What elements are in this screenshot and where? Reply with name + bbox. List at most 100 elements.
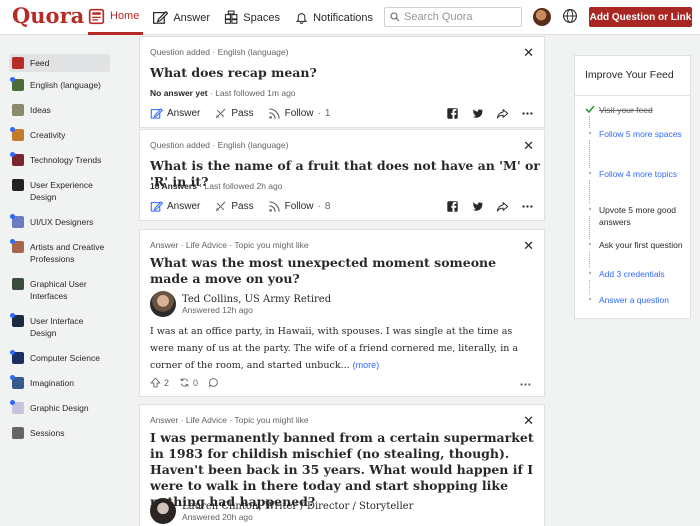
- step-connector: [589, 280, 590, 294]
- sidebar-item[interactable]: User Interface Design: [9, 312, 110, 342]
- improve-item[interactable]: Follow 5 more spaces: [585, 128, 687, 140]
- nav-notifications[interactable]: Notifications: [295, 0, 373, 35]
- sidebar: Feed English (language) Ideas Creativity Tec…: [9, 54, 110, 449]
- improve-item[interactable]: Ask your first question: [585, 239, 687, 251]
- nav-answer[interactable]: Answer: [152, 0, 210, 35]
- search-input[interactable]: Search Quora: [384, 7, 522, 27]
- feed-card-question: Question added · English (language) ✕ Wh…: [139, 129, 545, 221]
- author-name[interactable]: Ted Collins, US Army Retired: [182, 294, 331, 305]
- upvote-icon: [150, 377, 161, 388]
- sidebar-item-label: Ideas: [30, 105, 51, 115]
- edit-icon: [153, 10, 169, 24]
- question-stats: No answer yet · Last followed 1m ago: [150, 88, 296, 98]
- more-link[interactable]: (more): [353, 360, 380, 370]
- pass-button[interactable]: Pass: [214, 200, 254, 213]
- step-dot-icon: [585, 239, 595, 249]
- sidebar-item[interactable]: Imagination: [9, 374, 110, 392]
- unread-dot-icon: [10, 214, 15, 219]
- step-dot-icon: [585, 294, 595, 304]
- upvote-button[interactable]: 2: [150, 377, 169, 388]
- topic-icon: [10, 400, 24, 414]
- unread-dot-icon: [10, 239, 15, 244]
- unread-dot-icon: [10, 77, 15, 82]
- topic-icon: [12, 179, 24, 191]
- sidebar-item[interactable]: Graphical User Interfaces: [9, 275, 110, 305]
- follow-count: 8: [324, 200, 331, 212]
- sidebar-item[interactable]: Computer Science: [9, 349, 110, 367]
- more-options-icon[interactable]: [521, 200, 534, 213]
- facebook-icon[interactable]: [446, 200, 459, 213]
- answer-button[interactable]: Answer: [150, 107, 200, 120]
- improve-item[interactable]: Upvote 5 more good answers: [585, 204, 687, 228]
- answer-button[interactable]: Answer: [150, 200, 200, 213]
- improve-item[interactable]: Answer a question: [585, 294, 687, 306]
- sidebar-item[interactable]: User Experience Design: [9, 176, 110, 206]
- comment-button[interactable]: [208, 377, 219, 388]
- sidebar-item[interactable]: Technology Trends: [9, 151, 110, 169]
- pass-button[interactable]: Pass: [214, 107, 254, 120]
- share-icon[interactable]: [496, 200, 509, 213]
- sidebar-item-label: Creativity: [30, 130, 66, 140]
- feed-card-answer: Answer · Life Advice · Topic you might l…: [139, 404, 545, 526]
- improve-item-label: Add 3 credentials: [599, 269, 665, 279]
- nav-home[interactable]: Home: [88, 0, 143, 35]
- sidebar-item[interactable]: Graphic Design: [9, 399, 110, 417]
- close-icon[interactable]: ✕: [523, 45, 534, 61]
- sidebar-item[interactable]: Sessions: [9, 424, 110, 442]
- step-connector: [589, 251, 590, 268]
- close-icon[interactable]: ✕: [523, 413, 534, 429]
- sidebar-item[interactable]: Feed: [9, 54, 110, 72]
- share-button[interactable]: 0: [179, 377, 198, 388]
- topic-icon: [12, 427, 24, 439]
- unread-dot-icon: [10, 400, 15, 405]
- topic-icon: [12, 57, 24, 69]
- sidebar-item[interactable]: UI/UX Designers: [9, 213, 110, 231]
- sidebar-item-label: User Experience Design: [30, 180, 93, 202]
- follow-button[interactable]: Follow · 1: [268, 107, 330, 120]
- unread-dot-icon: [10, 313, 15, 318]
- sidebar-item[interactable]: Ideas: [9, 101, 110, 119]
- more-options-icon[interactable]: [521, 107, 534, 120]
- follow-button[interactable]: Follow · 8: [268, 200, 331, 213]
- search-placeholder: Search Quora: [404, 11, 473, 23]
- spaces-icon: [224, 10, 238, 24]
- step-dot-icon: [585, 128, 595, 138]
- answer-excerpt[interactable]: I was at an office party, in Hawaii, wit…: [150, 324, 532, 375]
- nav-answer-label: Answer: [173, 11, 210, 24]
- answer-author: Ted Collins, US Army Retired Answered 12…: [150, 291, 331, 317]
- sidebar-item-label: English (language): [30, 80, 101, 90]
- add-question-button[interactable]: Add Question or Link: [589, 7, 692, 27]
- sidebar-item[interactable]: English (language): [9, 76, 110, 94]
- twitter-icon[interactable]: [471, 107, 484, 120]
- answer-timestamp: Answered 20h ago: [182, 511, 253, 522]
- bell-icon: [295, 13, 308, 24]
- globe-icon[interactable]: [562, 8, 578, 24]
- author-avatar[interactable]: [150, 291, 176, 317]
- sidebar-item-label: Technology Trends: [30, 155, 102, 165]
- unread-dot-icon: [10, 152, 15, 157]
- more-options-icon[interactable]: [519, 378, 532, 391]
- nav-spaces[interactable]: Spaces: [224, 0, 280, 35]
- close-icon[interactable]: ✕: [523, 238, 534, 254]
- nav-spaces-label: Spaces: [243, 11, 280, 24]
- facebook-icon[interactable]: [446, 107, 459, 120]
- upvote-count: 2: [164, 377, 170, 388]
- author-avatar[interactable]: [150, 498, 176, 524]
- question-title[interactable]: What was the most unexpected moment some…: [150, 255, 520, 287]
- topic-icon: [12, 104, 24, 116]
- feed-card-answer: Answer · Life Advice · Topic you might l…: [139, 229, 545, 397]
- topic-icon: [10, 214, 24, 228]
- close-icon[interactable]: ✕: [523, 138, 534, 154]
- sidebar-item[interactable]: Creativity: [9, 126, 110, 144]
- sidebar-item[interactable]: Artists and Creative Professions: [9, 238, 110, 268]
- quora-logo[interactable]: Quora: [12, 3, 84, 28]
- improve-item[interactable]: Follow 4 more topics: [585, 168, 687, 180]
- author-name[interactable]: Lauren Clinton, Writer / Director / Stor…: [182, 501, 413, 512]
- share-icon[interactable]: [496, 107, 509, 120]
- twitter-icon[interactable]: [471, 200, 484, 213]
- comment-icon: [209, 378, 218, 388]
- improve-item[interactable]: Add 3 credentials: [585, 268, 687, 280]
- question-title[interactable]: What does recap mean?: [150, 65, 317, 81]
- step-dot-icon: [585, 204, 595, 214]
- profile-avatar[interactable]: [533, 8, 551, 26]
